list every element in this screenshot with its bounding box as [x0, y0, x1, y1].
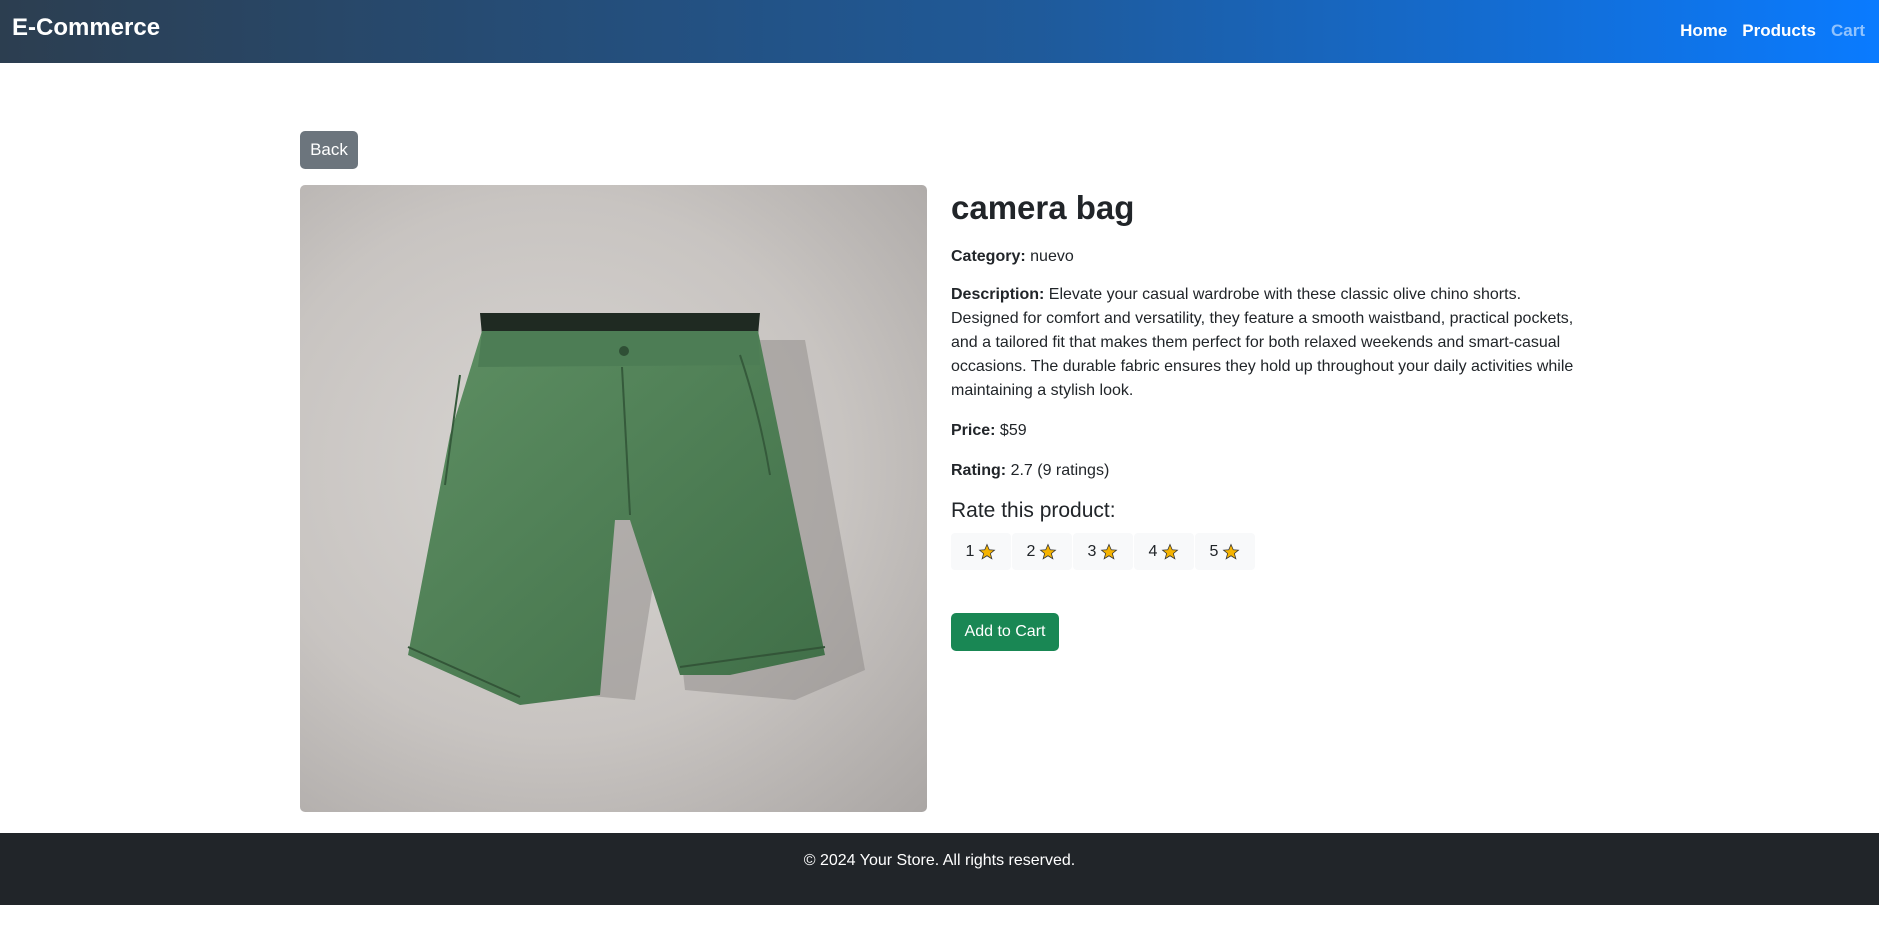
- category-label: Category:: [951, 248, 1026, 265]
- shorts-photo: [407, 313, 865, 705]
- rate-option-label: 2: [1026, 543, 1036, 560]
- rate-1-button[interactable]: 1: [951, 533, 1011, 570]
- star-icon: [1100, 543, 1118, 560]
- star-icon: [1039, 543, 1057, 560]
- product-image: [300, 185, 927, 812]
- rating-field: Rating: 2.7 (9 ratings): [951, 459, 1581, 483]
- add-to-cart-button[interactable]: Add to Cart: [951, 613, 1059, 651]
- description-label: Description:: [951, 286, 1045, 303]
- rating-buttons: 1 2 3 4 5: [951, 533, 1581, 570]
- rate-option-label: 3: [1087, 543, 1097, 560]
- rating-value: 2.7 (9 ratings): [1010, 462, 1110, 479]
- star-icon: [978, 543, 996, 560]
- price-value: $59: [999, 422, 1027, 439]
- category-field: Category: nuevo: [951, 245, 1581, 269]
- navbar: E-Commerce Home Products Cart: [0, 0, 1879, 63]
- description-value: Elevate your casual wardrobe with these …: [951, 286, 1574, 399]
- rate-4-button[interactable]: 4: [1134, 533, 1194, 570]
- rate-5-button[interactable]: 5: [1195, 533, 1255, 570]
- price-field: Price: $59: [951, 419, 1581, 443]
- product-details: camera bag Category: nuevo Description: …: [951, 185, 1581, 570]
- rate-option-label: 1: [965, 543, 975, 560]
- rating-label: Rating:: [951, 462, 1007, 479]
- footer-text: © 2024 Your Store. All rights reserved.: [803, 852, 1076, 869]
- price-label: Price:: [951, 422, 996, 439]
- nav-link-products[interactable]: Products: [1742, 21, 1816, 41]
- star-icon: [1161, 543, 1179, 560]
- nav-links: Home Products Cart: [1680, 21, 1879, 41]
- rate-heading: Rate this product:: [951, 499, 1116, 522]
- rate-option-label: 5: [1209, 543, 1219, 560]
- product-title: camera bag: [951, 189, 1135, 226]
- description-field: Description: Elevate your casual wardrob…: [951, 283, 1581, 403]
- nav-link-cart[interactable]: Cart: [1831, 21, 1865, 41]
- nav-link-home[interactable]: Home: [1680, 21, 1727, 41]
- rate-2-button[interactable]: 2: [1012, 533, 1072, 570]
- back-button[interactable]: Back: [300, 131, 358, 169]
- brand-logo[interactable]: E-Commerce: [12, 14, 160, 42]
- rate-option-label: 4: [1148, 543, 1158, 560]
- star-icon: [1222, 543, 1240, 560]
- footer: © 2024 Your Store. All rights reserved.: [0, 833, 1879, 905]
- rate-3-button[interactable]: 3: [1073, 533, 1133, 570]
- category-value: nuevo: [1030, 248, 1074, 265]
